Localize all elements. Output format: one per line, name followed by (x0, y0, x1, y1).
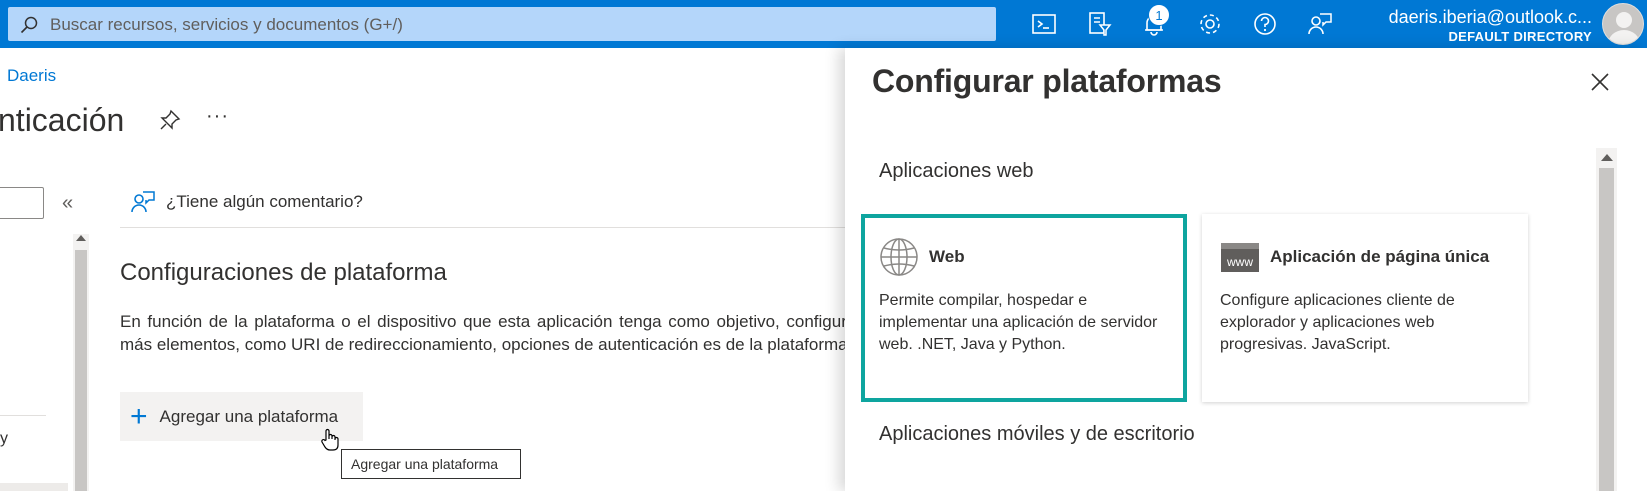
more-options-icon[interactable]: ··· (206, 105, 229, 128)
card-description: Permite compilar, hospedar e implementar… (879, 292, 1158, 353)
settings-icon[interactable] (1196, 10, 1224, 38)
section-title: Configuraciones de plataforma (120, 259, 447, 286)
platform-card-spa[interactable]: www Aplicación de página única Configure… (1202, 214, 1528, 402)
feedback-person-icon (131, 191, 155, 213)
close-icon[interactable] (1588, 70, 1612, 94)
card-description: Configure aplicaciones cliente de explor… (1220, 292, 1455, 353)
feedback-label: ¿Tiene algún comentario? (166, 192, 363, 211)
configure-platforms-panel: Configurar plataformas Aplicaciones web … (845, 48, 1647, 491)
help-icon[interactable] (1251, 10, 1279, 38)
panel-scrollbar-thumb[interactable] (1599, 168, 1614, 491)
hand-cursor-icon (321, 428, 339, 451)
account-directory: DEFAULT DIRECTORY (1448, 29, 1592, 44)
global-search[interactable]: Buscar recursos, servicios y documentos … (8, 7, 996, 41)
scroll-up-arrow-icon[interactable] (1601, 154, 1613, 161)
pin-icon[interactable] (159, 109, 181, 131)
panel-title: Configurar plataformas (872, 63, 1222, 99)
account-menu[interactable]: daeris.iberia@outlook.c... DEFAULT DIREC… (1389, 6, 1592, 46)
group-title-web: Aplicaciones web (879, 160, 1034, 182)
group-title-mobile-desktop: Aplicaciones móviles y de escritorio (879, 423, 1195, 445)
notification-badge: 1 (1148, 4, 1170, 26)
left-scrollbar-thumb[interactable] (75, 250, 87, 491)
feedback-icon[interactable] (1306, 10, 1334, 38)
cloud-shell-icon[interactable] (1030, 10, 1058, 38)
section-description: En función de la plataforma o el disposi… (120, 312, 862, 354)
collapse-menu-icon[interactable]: « (62, 192, 73, 215)
menu-search-input[interactable] (0, 187, 44, 219)
scroll-up-arrow-icon[interactable] (76, 235, 86, 241)
menu-item-selected[interactable] (0, 483, 68, 491)
menu-divider (0, 415, 46, 416)
avatar[interactable] (1602, 3, 1644, 45)
feedback-link[interactable]: ¿Tiene algún comentario? (130, 189, 363, 215)
menu-item-partial[interactable]: y (0, 430, 8, 448)
page-title: nticación (0, 102, 125, 138)
www-icon-text: www (1226, 255, 1253, 269)
breadcrumb[interactable]: Daeris (7, 66, 56, 86)
search-input[interactable]: Buscar recursos, servicios y documentos … (50, 15, 403, 35)
directory-filter-icon[interactable] (1085, 10, 1113, 38)
globe-icon (880, 238, 918, 276)
search-icon (20, 16, 38, 34)
tooltip: Agregar una plataforma (341, 449, 521, 479)
card-title: Aplicación de página única (1270, 247, 1490, 266)
add-platform-label: Agregar una plataforma (159, 406, 339, 426)
card-title: Web (929, 247, 965, 266)
platform-card-web[interactable]: Web Permite compilar, hospedar e impleme… (861, 214, 1187, 402)
plus-icon: + (130, 399, 148, 433)
content-divider (120, 227, 845, 228)
top-bar: Buscar recursos, servicios y documentos … (0, 0, 1647, 48)
www-icon: www (1221, 243, 1259, 272)
account-email: daeris.iberia@outlook.c... (1388, 7, 1592, 27)
